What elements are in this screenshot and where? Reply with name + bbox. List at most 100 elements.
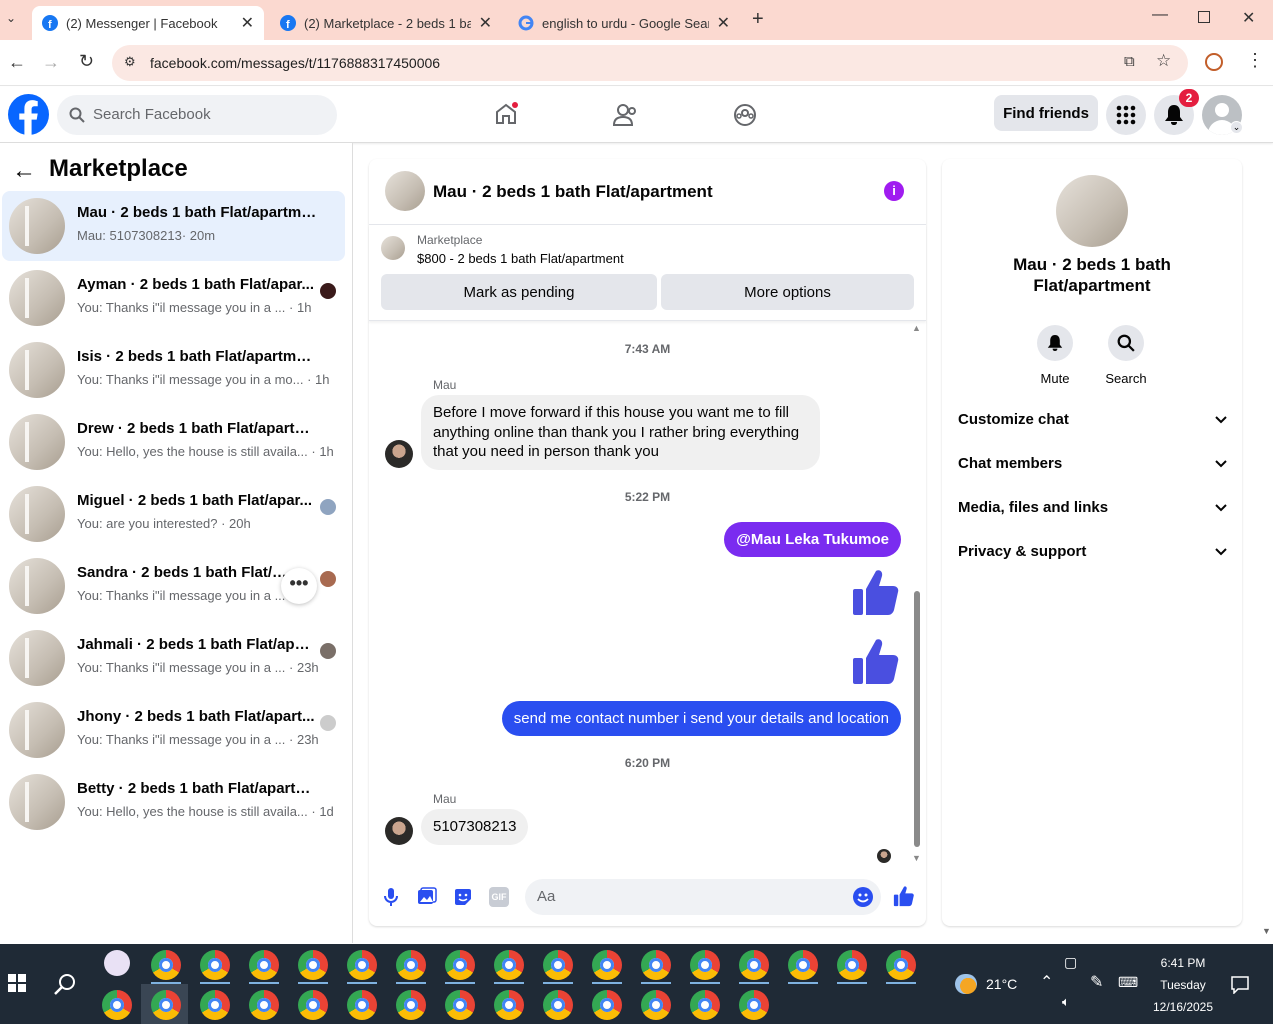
conversation-item[interactable]: Drew · 2 beds 1 bath Flat/apartment You:…	[2, 407, 345, 477]
paint-app-icon[interactable]	[104, 950, 130, 976]
friends-icon[interactable]	[613, 103, 639, 127]
listing-price[interactable]: $800 - 2 beds 1 bath Flat/apartment	[417, 251, 624, 266]
chrome-icon[interactable]	[445, 950, 475, 980]
send-like-icon[interactable]	[893, 885, 915, 907]
conversation-item[interactable]: Isis · 2 beds 1 bath Flat/apartment You:…	[2, 335, 345, 405]
bookmark-star-icon[interactable]: ☆	[1156, 51, 1171, 71]
chat-avatar[interactable]	[385, 171, 425, 211]
sticker-icon[interactable]	[453, 887, 473, 907]
thumbs-up-icon[interactable]	[851, 636, 901, 686]
chrome-icon[interactable]	[543, 990, 573, 1020]
conversation-item[interactable]: Jahmali · 2 beds 1 bath Flat/apar... You…	[2, 623, 345, 693]
chrome-icon[interactable]	[249, 990, 279, 1020]
gif-icon[interactable]: GIF	[489, 887, 509, 907]
page-scroll-down-icon[interactable]: ▼	[1262, 926, 1271, 936]
chat-members-section[interactable]: Chat members	[958, 455, 1228, 479]
forward-icon[interactable]: →	[42, 52, 60, 73]
tab-google[interactable]: english to urdu - Google Search ✕	[508, 6, 740, 40]
chrome-icon[interactable]	[396, 990, 426, 1020]
media-files-section[interactable]: Media, files and links	[958, 499, 1228, 523]
chrome-icon[interactable]	[690, 950, 720, 980]
photo-icon[interactable]	[417, 887, 437, 907]
close-icon[interactable]: ✕	[241, 13, 254, 33]
chrome-icon[interactable]	[739, 990, 769, 1020]
back-icon[interactable]: ←	[8, 52, 26, 73]
scroll-down-icon[interactable]: ▼	[912, 853, 921, 863]
conversation-item[interactable]: Miguel · 2 beds 1 bath Flat/apar... You:…	[2, 479, 345, 549]
profile-icon[interactable]	[1205, 53, 1223, 71]
pen-icon[interactable]: ✎	[1090, 972, 1103, 992]
chrome-icon[interactable]	[200, 950, 230, 980]
chat-title[interactable]: Mau · 2 beds 1 bath Flat/apartment	[433, 182, 713, 202]
emoji-icon[interactable]	[853, 887, 873, 907]
conversation-item[interactable]: Ayman · 2 beds 1 bath Flat/apar... You: …	[2, 263, 345, 333]
keyboard-icon[interactable]: ⌨	[1118, 974, 1138, 991]
close-icon[interactable]: ✕	[717, 13, 730, 33]
chat-scrollbar[interactable]: ▲ ▼	[912, 323, 921, 863]
search-button[interactable]: Search	[1096, 325, 1156, 386]
volume-icon[interactable]: 🔈︎	[1062, 994, 1070, 1010]
tab-marketplace[interactable]: f (2) Marketplace - 2 beds 1 bath ✕	[270, 6, 502, 40]
facebook-logo-icon[interactable]	[8, 94, 49, 135]
sender-avatar[interactable]	[385, 817, 413, 845]
chrome-icon[interactable]	[298, 950, 328, 980]
chrome-icon[interactable]	[739, 950, 769, 980]
conversation-item[interactable]: Sandra · 2 beds 1 bath Flat/apar... You:…	[2, 551, 345, 621]
chrome-icon[interactable]	[298, 990, 328, 1020]
incoming-message[interactable]: Before I move forward if this house you …	[421, 395, 820, 470]
customize-chat-section[interactable]: Customize chat	[958, 411, 1228, 435]
close-window-icon[interactable]: ✕	[1242, 8, 1255, 28]
conversation-item[interactable]: Mau · 2 beds 1 bath Flat/apartment Mau: …	[2, 191, 345, 261]
chrome-icon[interactable]	[494, 950, 524, 980]
reload-icon[interactable]: ↻	[79, 51, 94, 72]
scrollbar-thumb[interactable]	[914, 591, 920, 847]
phone-link-icon[interactable]: ▢	[1064, 954, 1077, 971]
chrome-icon[interactable]	[396, 950, 426, 980]
mute-button[interactable]: Mute	[1025, 325, 1085, 386]
address-bar[interactable]: ⚙ facebook.com/messages/t/11768883174500…	[112, 45, 1188, 81]
close-icon[interactable]: ✕	[479, 13, 492, 33]
chrome-icon[interactable]	[592, 950, 622, 980]
chrome-icon[interactable]	[837, 950, 867, 980]
find-friends-button[interactable]: Find friends	[994, 95, 1098, 131]
menu-grid-button[interactable]	[1106, 95, 1146, 135]
home-icon[interactable]	[494, 102, 518, 126]
chrome-icon[interactable]	[641, 990, 671, 1020]
thumbs-up-icon[interactable]	[851, 567, 901, 617]
outgoing-message[interactable]: send me contact number i send your detai…	[501, 701, 901, 736]
menu-dots-icon[interactable]: ⋮	[1246, 50, 1264, 71]
groups-icon[interactable]	[733, 103, 757, 127]
weather-temp[interactable]: 21°C	[986, 976, 1017, 992]
url-text[interactable]: facebook.com/messages/t/1176888317450006	[150, 55, 440, 71]
chrome-icon[interactable]	[151, 990, 181, 1020]
chrome-icon[interactable]	[592, 990, 622, 1020]
maximize-icon[interactable]	[1198, 11, 1210, 23]
tab-search-icon[interactable]: ⌄	[6, 11, 16, 25]
conversation-item[interactable]: Betty · 2 beds 1 bath Flat/apartment You…	[2, 767, 345, 837]
message-input[interactable]: Aa	[525, 879, 881, 915]
more-options-button[interactable]: More options	[661, 274, 914, 310]
info-icon[interactable]: i	[884, 181, 904, 201]
microphone-icon[interactable]	[383, 887, 399, 907]
listing-avatar[interactable]	[1056, 175, 1128, 247]
site-info-icon[interactable]: ⚙	[124, 54, 136, 70]
chrome-icon[interactable]	[151, 950, 181, 980]
taskbar-search-icon[interactable]	[53, 972, 77, 996]
taskbar-clock[interactable]: 6:41 PM Tuesday 12/16/2025	[1145, 952, 1221, 1018]
chrome-icon[interactable]	[543, 950, 573, 980]
more-options-icon[interactable]: •••	[281, 568, 317, 604]
windows-start-icon[interactable]	[8, 974, 26, 992]
new-tab-icon[interactable]: +	[752, 8, 764, 31]
chrome-icon[interactable]	[102, 990, 132, 1020]
chrome-icon[interactable]	[641, 950, 671, 980]
tray-chevron-icon[interactable]: ⌃	[1040, 972, 1053, 992]
chrome-icon[interactable]	[690, 990, 720, 1020]
chrome-icon[interactable]	[249, 950, 279, 980]
notification-center-icon[interactable]	[1231, 976, 1249, 994]
chrome-icon[interactable]	[200, 990, 230, 1020]
minimize-icon[interactable]: —	[1152, 6, 1168, 24]
mark-pending-button[interactable]: Mark as pending	[381, 274, 657, 310]
chevron-down-icon[interactable]: ⌄	[1230, 121, 1243, 134]
conversation-item[interactable]: Jhony · 2 beds 1 bath Flat/apart... You:…	[2, 695, 345, 765]
chrome-icon[interactable]	[347, 950, 377, 980]
